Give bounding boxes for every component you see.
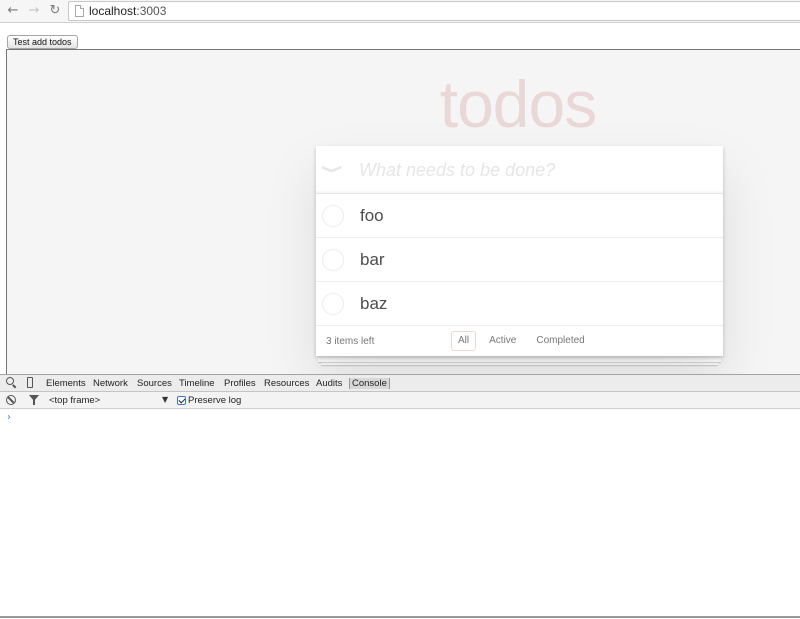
tab-profiles[interactable]: Profiles bbox=[224, 378, 256, 389]
devtools-panel: Elements Network Sources Timeline Profiles Re… bbox=[0, 374, 800, 619]
tab-resources[interactable]: Resources bbox=[264, 378, 309, 389]
console-prompt-icon: › bbox=[7, 412, 11, 423]
todo-label[interactable]: bar bbox=[360, 250, 385, 270]
todo-item[interactable]: foo bbox=[316, 194, 723, 238]
reload-icon[interactable]: ↻ bbox=[47, 3, 63, 19]
tab-console[interactable]: Console bbox=[349, 378, 390, 389]
filter-completed[interactable]: Completed bbox=[529, 331, 591, 351]
url-host: localhost bbox=[89, 4, 137, 18]
filter-icon[interactable] bbox=[29, 395, 39, 405]
console-output[interactable]: › bbox=[0, 410, 800, 619]
url-port: :3003 bbox=[136, 4, 167, 18]
url-text[interactable]: localhost:3003 bbox=[89, 4, 166, 18]
clear-console-icon[interactable] bbox=[6, 395, 16, 405]
tab-elements[interactable]: Elements bbox=[46, 378, 86, 389]
preserve-log-label[interactable]: Preserve log bbox=[188, 395, 241, 406]
new-todo-input[interactable] bbox=[359, 156, 709, 184]
tab-timeline[interactable]: Timeline bbox=[179, 378, 215, 389]
toggle-all-chevron-icon[interactable]: ❯ bbox=[317, 162, 349, 176]
filter-active[interactable]: Active bbox=[482, 331, 523, 351]
filters: All Active Completed bbox=[451, 331, 592, 351]
todo-checkbox[interactable] bbox=[322, 293, 344, 315]
new-todo-row: ❯ bbox=[316, 146, 723, 194]
console-toolbar: <top frame> ▼ Preserve log bbox=[0, 392, 800, 409]
todo-checkbox[interactable] bbox=[322, 205, 344, 227]
chevron-down-icon[interactable]: ▼ bbox=[162, 395, 168, 404]
todo-checkbox[interactable] bbox=[322, 249, 344, 271]
test-add-todos-button[interactable]: Test add todos bbox=[7, 35, 78, 49]
devtools-tabbar: Elements Network Sources Timeline Profiles Re… bbox=[0, 375, 800, 392]
device-mode-icon[interactable] bbox=[25, 377, 37, 389]
page-icon bbox=[75, 5, 84, 17]
todo-item[interactable]: bar bbox=[316, 238, 723, 282]
todo-item[interactable]: baz bbox=[316, 282, 723, 326]
address-bar[interactable]: localhost:3003 bbox=[68, 1, 800, 21]
back-arrow-icon[interactable]: ← bbox=[5, 3, 21, 19]
browser-toolbar: ← → ↻ localhost:3003 bbox=[0, 0, 800, 23]
items-left-count: 3 items left bbox=[326, 336, 375, 347]
forward-arrow-icon[interactable]: → bbox=[26, 3, 42, 19]
todo-list: foo bar baz bbox=[316, 194, 723, 326]
tab-audits[interactable]: Audits bbox=[316, 378, 342, 389]
tab-sources[interactable]: Sources bbox=[137, 378, 172, 389]
preserve-log-checkbox[interactable] bbox=[177, 396, 186, 405]
todo-app: ❯ foo bar baz 3 items left AllActive Comple… bbox=[316, 146, 723, 356]
todo-label[interactable]: foo bbox=[360, 206, 384, 226]
tab-network[interactable]: Network bbox=[93, 378, 128, 389]
todo-label[interactable]: baz bbox=[360, 294, 387, 314]
search-icon[interactable] bbox=[6, 377, 18, 389]
filter-all[interactable]: All bbox=[451, 331, 477, 351]
todo-footer: 3 items left All Active Completed bbox=[316, 326, 723, 356]
list-stack-shadow-1 bbox=[318, 358, 721, 362]
frame-selector[interactable]: <top frame> bbox=[49, 395, 171, 406]
todos-title: todos bbox=[439, 67, 597, 141]
app-iframe: todos ❯ foo bar baz 3 items left AllActive… bbox=[6, 49, 800, 374]
